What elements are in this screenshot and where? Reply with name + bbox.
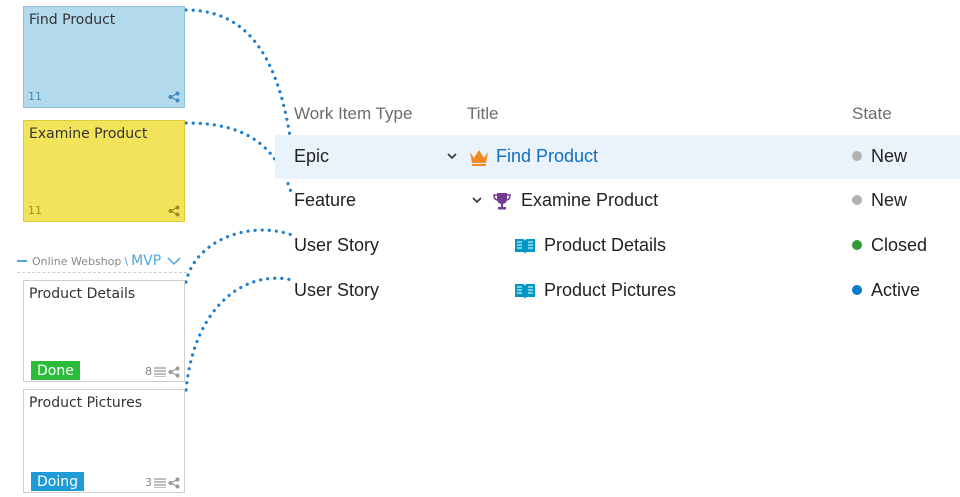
card-title: Product Details (29, 286, 136, 302)
state-dot (852, 195, 862, 205)
work-item-state: Closed (852, 235, 927, 256)
list-icon (154, 366, 166, 377)
work-item-state: New (852, 146, 907, 167)
table-row[interactable]: Epic Find Product New (275, 135, 960, 179)
book-icon (515, 284, 535, 299)
state-dot (852, 240, 862, 250)
work-item-title-link[interactable]: Product Pictures (544, 280, 676, 301)
share-icon[interactable] (168, 205, 180, 217)
card-title: Examine Product (29, 126, 148, 142)
state-dot (852, 285, 862, 295)
book-icon (515, 239, 535, 254)
work-item-title-link[interactable]: Find Product (496, 146, 598, 167)
share-icon[interactable] (168, 477, 180, 489)
chevron-down-icon[interactable] (167, 256, 181, 266)
table-row[interactable]: Feature Examine Product New (275, 179, 960, 223)
work-item-type: Epic (294, 146, 330, 166)
task-count: 8 (145, 365, 152, 378)
state-label: Active (871, 280, 921, 300)
column-header-type[interactable]: Work Item Type (294, 104, 412, 124)
chevron-down-icon[interactable] (471, 194, 483, 206)
card-product-details[interactable]: Product Details Done 8 (23, 280, 185, 382)
state-dot (852, 151, 862, 161)
status-badge: Doing (31, 472, 84, 491)
state-label: New (871, 190, 908, 210)
state-label: Closed (871, 235, 928, 255)
chevron-down-icon[interactable] (446, 150, 458, 162)
connector-find-product (184, 8, 294, 152)
share-icon[interactable] (168, 366, 180, 378)
card-id: 11 (28, 90, 42, 103)
card-title: Product Pictures (29, 395, 143, 411)
work-item-title-link[interactable]: Product Details (544, 235, 666, 256)
status-badge: Done (31, 361, 80, 380)
state-label: New (871, 146, 908, 166)
trophy-icon (493, 193, 511, 210)
task-count: 3 (145, 476, 152, 489)
card-title: Find Product (29, 12, 116, 28)
work-item-title-link[interactable]: Examine Product (521, 190, 658, 211)
list-icon (154, 477, 166, 488)
column-header-state[interactable]: State (852, 104, 892, 124)
work-item-state: Active (852, 280, 920, 301)
work-item-type: Feature (294, 190, 357, 210)
column-header-title[interactable]: Title (467, 104, 499, 124)
card-product-pictures[interactable]: Product Pictures Doing 3 (23, 389, 185, 493)
card-meta: 8 (145, 365, 180, 378)
card-find-product[interactable]: Find Product 11 (23, 6, 185, 108)
iteration-name[interactable]: MVP (131, 253, 161, 269)
work-item-state: New (852, 190, 907, 211)
table-row[interactable]: User Story Product Details Closed (275, 224, 960, 268)
swimlane-header: Online Webshop \ MVP (17, 250, 187, 273)
crown-icon (470, 150, 488, 166)
collapse-dash-icon[interactable] (17, 260, 27, 262)
work-item-type: User Story (294, 235, 380, 255)
card-id: 11 (28, 204, 42, 217)
project-name: Online Webshop (32, 254, 122, 268)
card-meta: 3 (145, 476, 180, 489)
path-separator: \ (124, 254, 129, 268)
table-row[interactable]: User Story Product Pictures Active (275, 269, 960, 313)
share-icon[interactable] (168, 91, 180, 103)
work-item-type: User Story (294, 280, 380, 300)
card-examine-product[interactable]: Examine Product 11 (23, 120, 185, 222)
